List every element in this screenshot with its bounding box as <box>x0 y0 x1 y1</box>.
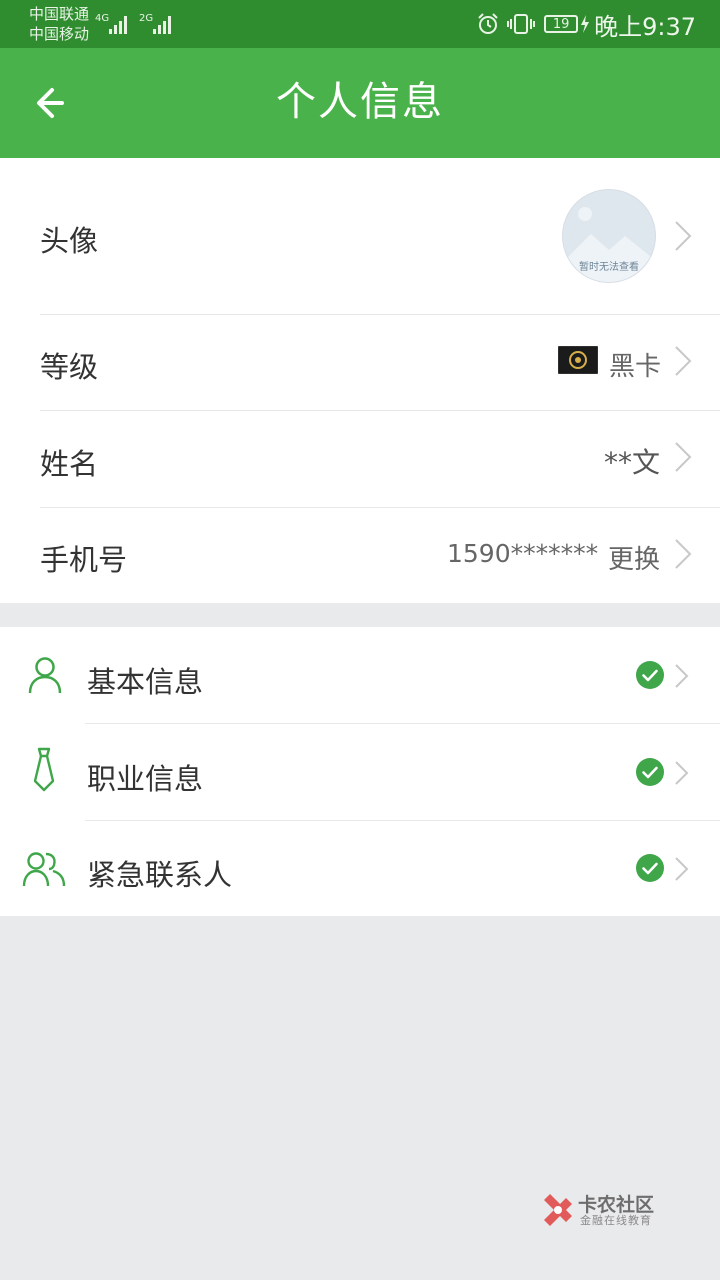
info-section-list: 基本信息 职业信息 紧急联系人 <box>0 627 720 916</box>
phone-label: 手机号 <box>40 543 128 577</box>
page-title: 个人信息 <box>276 79 444 125</box>
emergency-contact-row[interactable]: 紧急联系人 <box>0 821 720 916</box>
name-row[interactable]: 姓名 **文 <box>0 411 720 507</box>
chevron-right-icon <box>675 539 692 569</box>
name-value: **文 <box>604 446 661 479</box>
chevron-right-icon <box>675 442 692 472</box>
status-bar: 中国联通 中国移动 4G 2G 19 晚上9:37 <box>0 0 720 48</box>
person-icon <box>28 657 62 694</box>
phone-row[interactable]: 手机号 1590******* 更换 <box>0 508 720 603</box>
clock-time: 晚上9:37 <box>594 12 696 41</box>
change-phone-link[interactable]: 更换 <box>608 539 660 576</box>
battery-indicator: 19 <box>544 15 579 33</box>
profile-section: 头像 暂时无法查看 等级 黑卡 姓名 **文 手机号 1590******* 更… <box>0 158 720 603</box>
carrier-2: 中国移动 <box>29 25 90 43</box>
watermark: 卡农社区 金融在线教育 <box>540 1190 670 1230</box>
chevron-right-icon <box>675 221 692 251</box>
avatar-label: 头像 <box>40 224 99 258</box>
career-info-row[interactable]: 职业信息 <box>0 724 720 820</box>
charging-icon <box>581 15 590 33</box>
watermark-subtitle: 金融在线教育 <box>580 1214 652 1227</box>
check-circle-icon <box>636 758 664 786</box>
status-right: 19 晚上9:37 <box>476 9 696 41</box>
tie-icon <box>33 747 55 792</box>
vibrate-icon <box>507 14 536 34</box>
network-2g-label: 2G <box>139 13 153 24</box>
level-row[interactable]: 等级 黑卡 <box>0 315 720 410</box>
contacts-icon <box>22 852 66 887</box>
carrier-1: 中国联通 <box>29 5 90 23</box>
alarm-icon <box>478 13 498 34</box>
check-circle-icon <box>636 854 664 882</box>
level-value: 黑卡 <box>609 352 662 382</box>
phone-value: 1590******* <box>447 539 599 568</box>
chevron-right-icon <box>675 346 692 376</box>
avatar-placeholder-text: 暂时无法查看 <box>579 262 639 273</box>
name-label: 姓名 <box>40 447 99 481</box>
avatar[interactable]: 暂时无法查看 <box>563 190 655 282</box>
app-bar: 个人信息 <box>0 48 720 158</box>
carrier-names: 中国联通 中国移动 <box>29 4 89 44</box>
signal-4g-icon: 4G <box>95 13 127 34</box>
basic-info-row[interactable]: 基本信息 <box>0 627 720 723</box>
avatar-row[interactable]: 头像 暂时无法查看 <box>0 158 720 314</box>
chevron-right-icon <box>675 857 689 881</box>
black-card-icon <box>558 346 598 374</box>
chevron-right-icon <box>675 664 689 688</box>
network-4g-label: 4G <box>95 13 109 24</box>
emergency-contact-label: 紧急联系人 <box>87 858 233 892</box>
career-info-label: 职业信息 <box>87 762 204 796</box>
level-label: 等级 <box>40 350 99 384</box>
check-circle-icon <box>636 661 664 689</box>
kanong-logo-icon <box>544 1194 572 1226</box>
basic-info-label: 基本信息 <box>87 665 204 699</box>
signal-2g-icon: 2G <box>139 13 171 34</box>
chevron-right-icon <box>675 761 689 785</box>
